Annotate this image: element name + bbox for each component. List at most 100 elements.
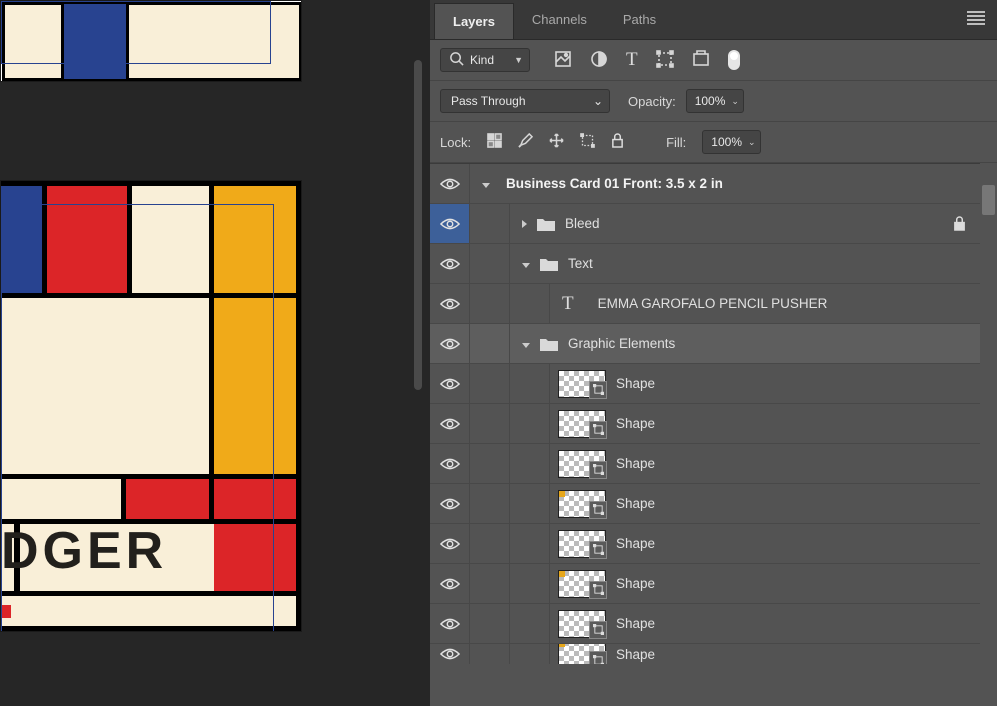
layer-shape[interactable]: Shape xyxy=(430,604,980,644)
vector-mask-icon xyxy=(589,651,607,664)
type-layer-icon: T xyxy=(562,293,574,315)
folder-icon xyxy=(537,217,555,231)
fill-input[interactable]: 100% ⌄ xyxy=(702,130,760,154)
vector-mask-icon xyxy=(589,501,607,519)
filter-kind-dropdown[interactable]: Kind ▼ xyxy=(440,48,530,72)
artboard-bottom[interactable]: DGER :ARTFUL@EXAMPLE.COM xyxy=(0,180,302,632)
layer-name: Shape xyxy=(616,616,655,631)
headline-text[interactable]: DGER xyxy=(1,521,167,581)
vector-mask-icon xyxy=(589,541,607,559)
folder-icon xyxy=(540,257,558,271)
lock-all-icon[interactable] xyxy=(611,133,624,151)
layer-thumbnail[interactable] xyxy=(558,490,606,518)
expand-toggle[interactable] xyxy=(522,336,530,351)
visibility-toggle[interactable] xyxy=(430,644,470,664)
lock-pixels-icon[interactable] xyxy=(487,133,502,151)
lock-indicator-icon xyxy=(953,216,966,231)
vector-mask-icon xyxy=(589,461,607,479)
filter-kind-label: Kind xyxy=(470,53,494,67)
visibility-toggle[interactable] xyxy=(430,444,470,483)
layer-name: Shape xyxy=(616,376,655,391)
tab-layers[interactable]: Layers xyxy=(434,3,514,39)
layer-bleed[interactable]: Bleed xyxy=(430,204,980,244)
tab-paths[interactable]: Paths xyxy=(605,0,674,39)
panel-tabbar: Layers Channels Paths xyxy=(430,0,997,40)
blend-mode-dropdown[interactable]: Pass Through ⌄ xyxy=(440,89,610,113)
layer-shape[interactable]: Shape xyxy=(430,524,980,564)
canvas-scrollbar[interactable] xyxy=(408,0,430,706)
expand-toggle[interactable] xyxy=(522,256,530,271)
layer-thumbnail[interactable] xyxy=(558,610,606,638)
vector-mask-icon xyxy=(589,381,607,399)
visibility-toggle[interactable] xyxy=(430,364,470,403)
visibility-toggle[interactable] xyxy=(430,204,470,243)
visibility-toggle[interactable] xyxy=(430,164,470,203)
filter-type-icon[interactable]: T xyxy=(626,49,638,71)
layer-name: Shape xyxy=(616,496,655,511)
layer-name: Text xyxy=(568,256,593,271)
layer-shape[interactable]: Shape xyxy=(430,364,980,404)
opacity-input[interactable]: 100% ⌄ xyxy=(686,89,744,113)
panel-scrollbar[interactable] xyxy=(980,185,997,705)
visibility-toggle[interactable] xyxy=(430,244,470,283)
opacity-label: Opacity: xyxy=(628,94,676,109)
filter-smartobj-icon[interactable] xyxy=(692,50,710,71)
visibility-toggle[interactable] xyxy=(430,484,470,523)
layer-thumbnail[interactable] xyxy=(558,570,606,598)
expand-toggle[interactable] xyxy=(522,216,527,231)
lock-artboard-icon[interactable] xyxy=(580,133,595,151)
layer-name: Business Card 01 Front: 3.5 x 2 in xyxy=(506,176,723,191)
layer-shape[interactable]: Shape xyxy=(430,404,980,444)
visibility-toggle[interactable] xyxy=(430,284,470,323)
filter-toggle-switch[interactable] xyxy=(728,50,740,70)
layer-shape[interactable]: Shape xyxy=(430,644,980,664)
layer-name: Shape xyxy=(616,647,655,662)
lock-label: Lock: xyxy=(440,135,471,150)
layer-name: Shape xyxy=(616,456,655,471)
layers-panel: Layers Channels Paths Kind ▼ T Pass Thro… xyxy=(430,0,997,706)
lock-position-icon[interactable] xyxy=(549,133,564,151)
layer-name: Shape xyxy=(616,416,655,431)
visibility-toggle[interactable] xyxy=(430,324,470,363)
visibility-toggle[interactable] xyxy=(430,404,470,443)
layer-artboard-root[interactable]: Business Card 01 Front: 3.5 x 2 in xyxy=(430,164,980,204)
layer-name: Shape xyxy=(616,536,655,551)
fill-label: Fill: xyxy=(666,135,686,150)
layer-name: Graphic Elements xyxy=(568,336,675,351)
bleed-guide xyxy=(1,1,271,64)
layer-thumbnail[interactable] xyxy=(558,450,606,478)
layer-thumbnail[interactable] xyxy=(558,644,606,664)
filter-shape-icon[interactable] xyxy=(656,50,674,71)
filter-adjust-icon[interactable] xyxy=(590,50,608,71)
blend-mode-value: Pass Through xyxy=(451,94,526,108)
layer-name: EMMA GAROFALO PENCIL PUSHER xyxy=(598,296,828,311)
layer-shape[interactable]: Shape xyxy=(430,564,980,604)
visibility-toggle[interactable] xyxy=(430,524,470,563)
filter-pixel-icon[interactable] xyxy=(554,50,572,71)
layer-text-emma[interactable]: T EMMA GAROFALO PENCIL PUSHER xyxy=(430,284,980,324)
artboard-top[interactable] xyxy=(0,0,302,82)
expand-toggle[interactable] xyxy=(482,176,490,191)
visibility-toggle[interactable] xyxy=(430,564,470,603)
filter-row: Kind ▼ T xyxy=(430,40,997,81)
layer-shape[interactable]: Shape xyxy=(430,444,980,484)
folder-icon xyxy=(540,337,558,351)
layer-thumbnail[interactable] xyxy=(558,530,606,558)
layer-shape[interactable]: Shape xyxy=(430,484,980,524)
panel-menu-icon[interactable] xyxy=(967,11,985,25)
visibility-toggle[interactable] xyxy=(430,604,470,643)
layer-graphic-elements[interactable]: Graphic Elements xyxy=(430,324,980,364)
fill-value: 100% xyxy=(711,135,742,149)
layer-thumbnail[interactable] xyxy=(558,410,606,438)
canvas-area[interactable]: DGER :ARTFUL@EXAMPLE.COM xyxy=(0,0,420,706)
lock-row: Lock: Fill: 100% ⌄ xyxy=(430,122,997,163)
vector-mask-icon xyxy=(589,581,607,599)
layer-list[interactable]: Business Card 01 Front: 3.5 x 2 in Bleed xyxy=(430,163,980,706)
layer-thumbnail[interactable] xyxy=(558,370,606,398)
layer-name: Bleed xyxy=(565,216,600,231)
lock-brush-icon[interactable] xyxy=(518,133,533,151)
tab-channels[interactable]: Channels xyxy=(514,0,605,39)
vector-mask-icon xyxy=(589,621,607,639)
layer-text-group[interactable]: Text xyxy=(430,244,980,284)
search-icon xyxy=(449,51,464,69)
